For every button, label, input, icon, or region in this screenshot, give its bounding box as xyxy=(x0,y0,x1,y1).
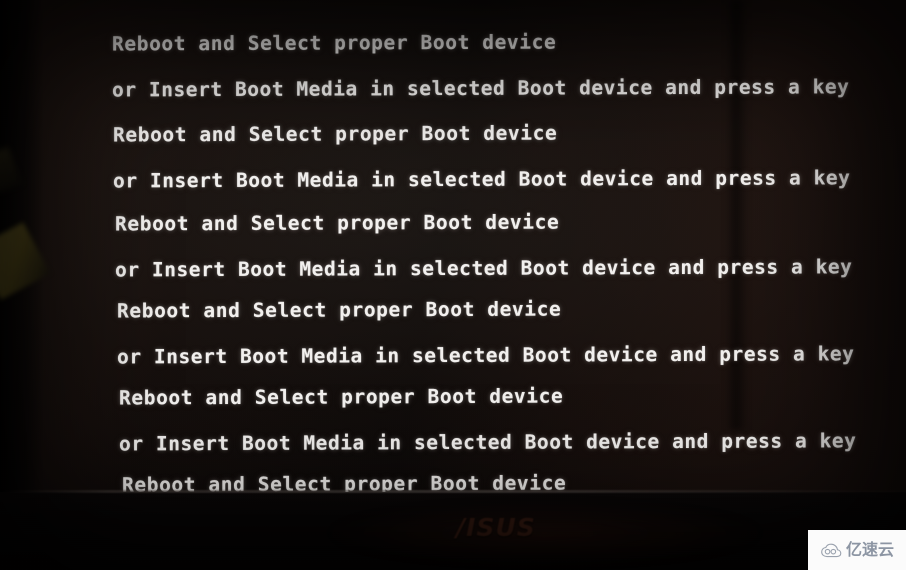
message-line-primary: Reboot and Select proper Boot device xyxy=(112,30,557,56)
asus-logo: /ISUS xyxy=(456,513,536,542)
bezel-highlight-edge xyxy=(0,490,906,493)
monitor-screen: Reboot and Select proper Boot device or … xyxy=(0,0,906,570)
message-line-primary: Reboot and Select proper Boot device xyxy=(119,384,564,410)
bezel-glow xyxy=(330,502,760,564)
boot-error-console: Reboot and Select proper Boot device or … xyxy=(0,0,906,570)
cloud-icon xyxy=(821,543,842,557)
site-watermark: 亿速云 xyxy=(808,530,906,570)
message-line-primary: Reboot and Select proper Boot device xyxy=(113,121,558,147)
message-line-primary: Reboot and Select proper Boot device xyxy=(115,210,560,236)
watermark-text: 亿速云 xyxy=(845,540,894,559)
message-line-primary: Reboot and Select proper Boot device xyxy=(117,297,562,323)
